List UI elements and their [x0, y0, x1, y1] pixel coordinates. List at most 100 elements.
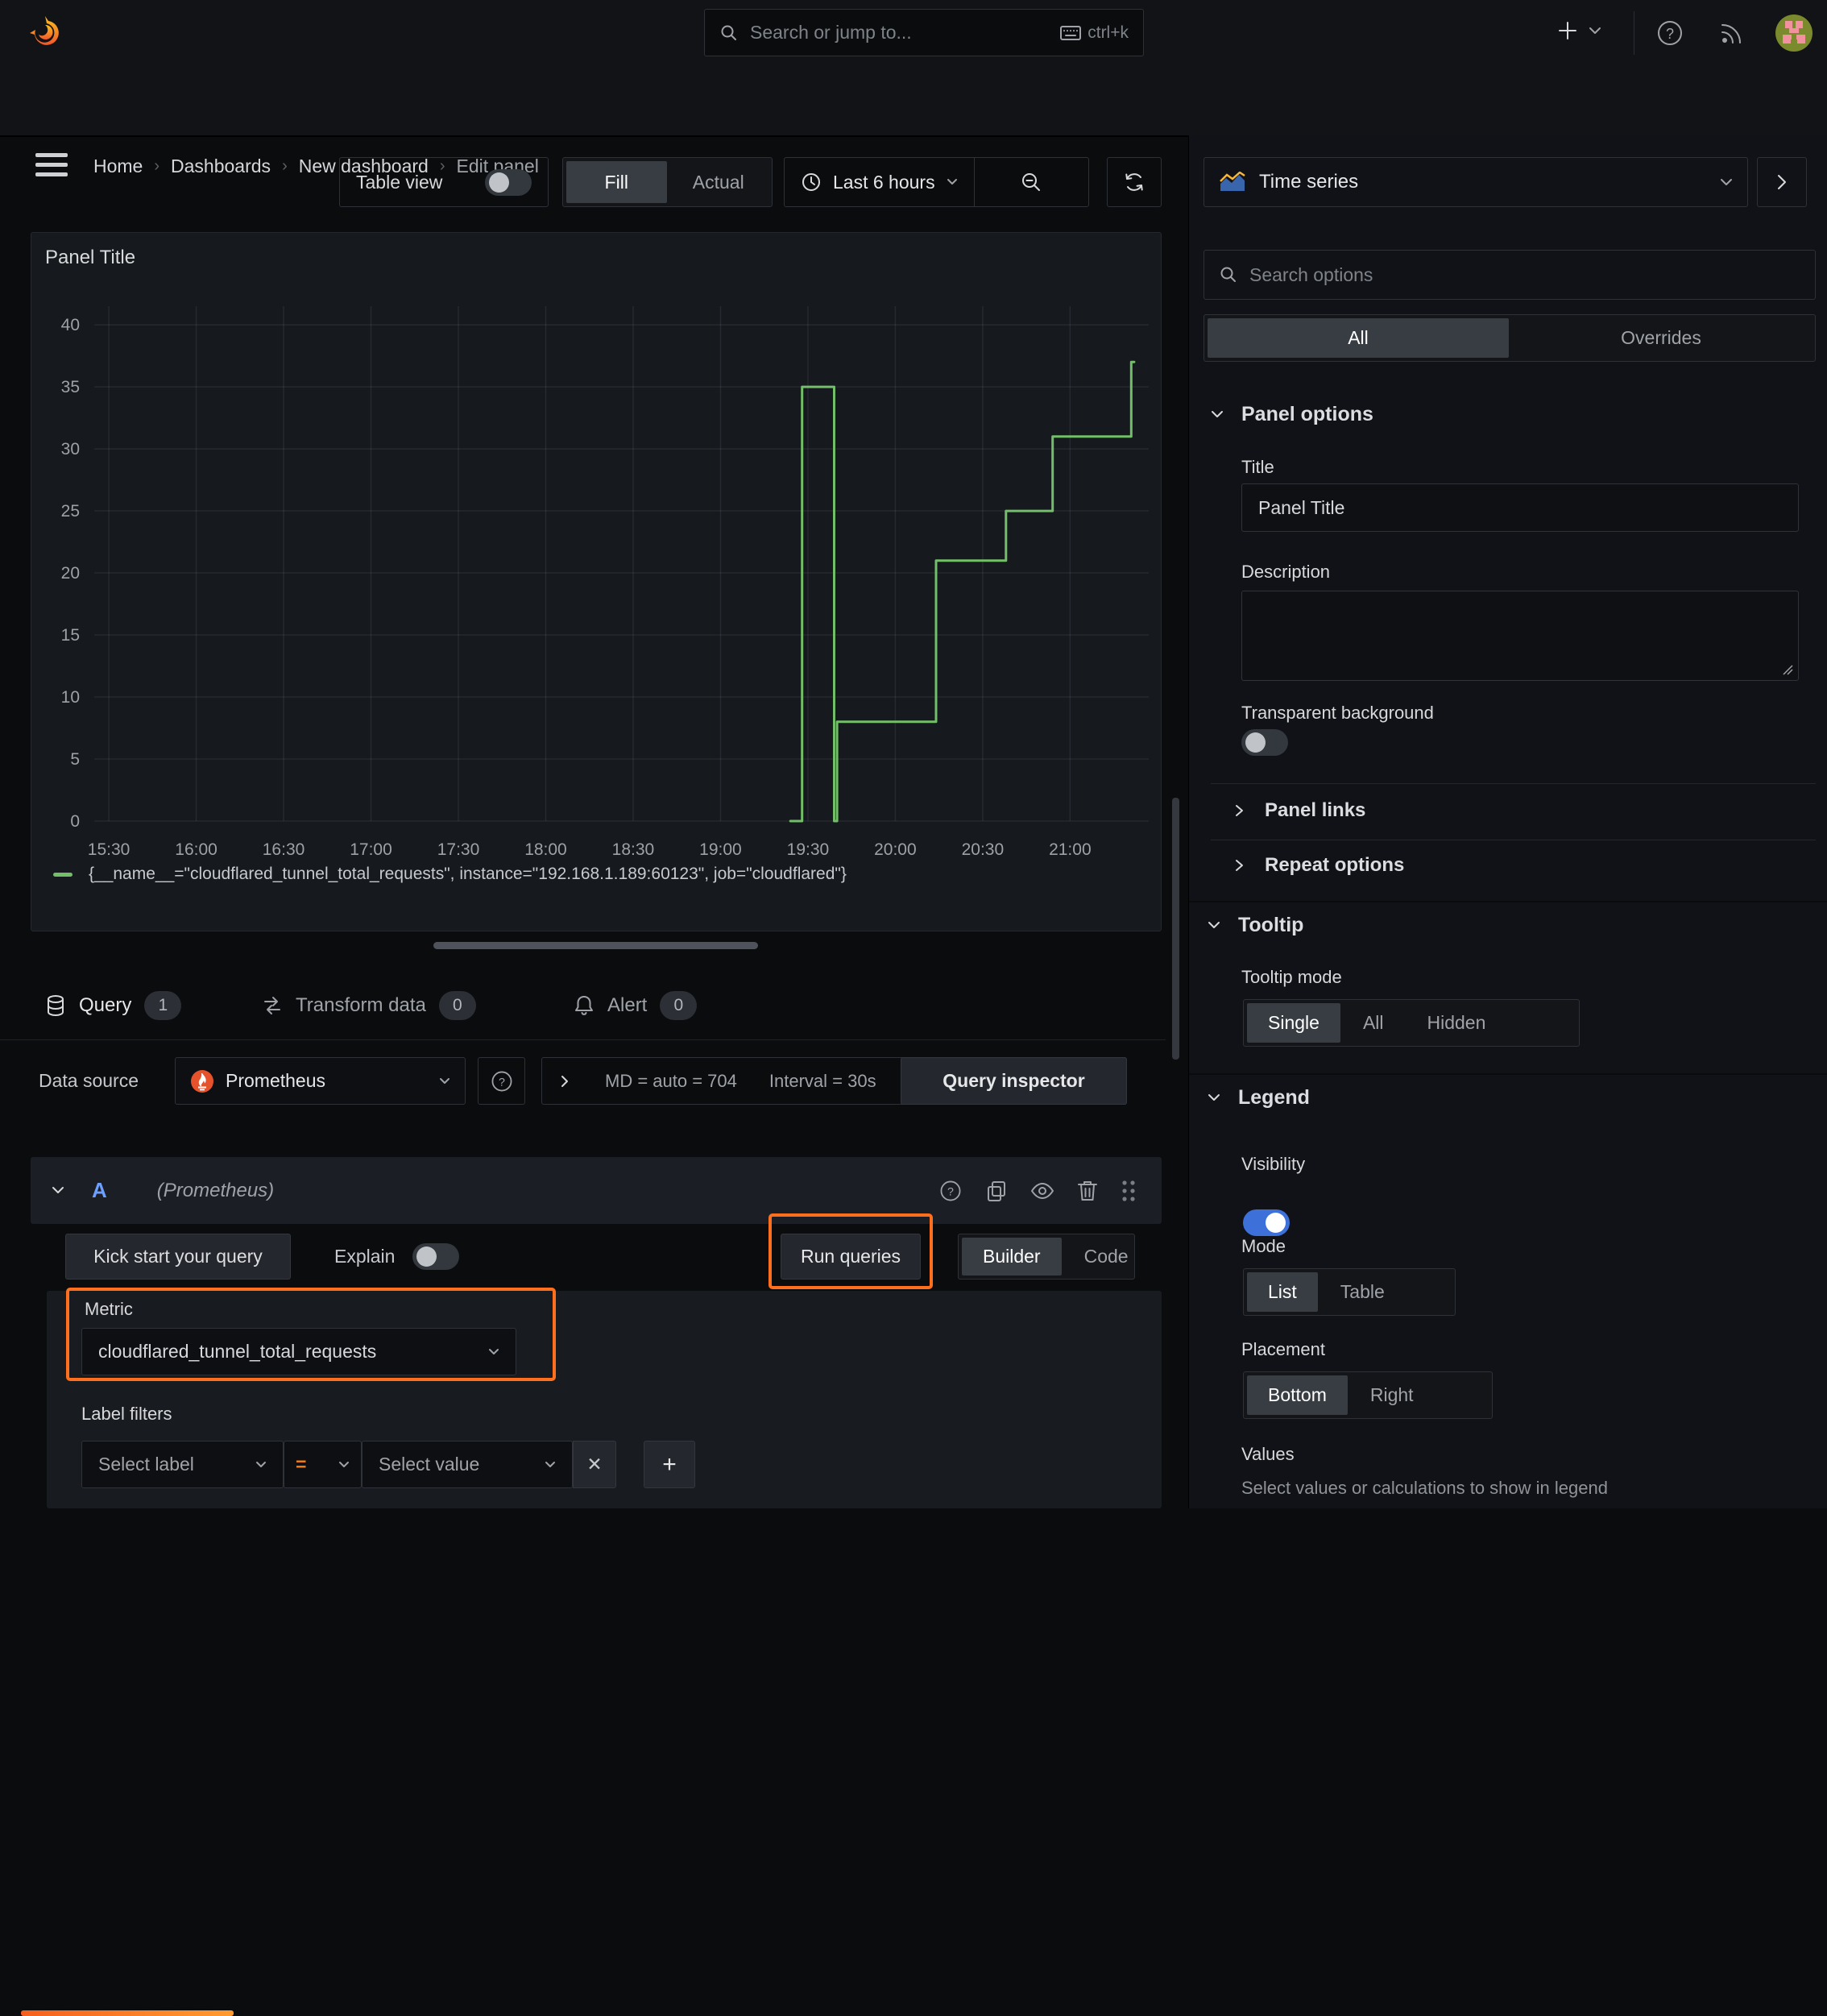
- fill-option[interactable]: Fill: [566, 161, 667, 203]
- legend-visibility-switch[interactable]: [1243, 1209, 1290, 1236]
- query-help-icon[interactable]: ?: [938, 1178, 963, 1204]
- metric-select[interactable]: cloudflared_tunnel_total_requests: [81, 1328, 516, 1375]
- query-row-header[interactable]: A (Prometheus) ?: [31, 1157, 1162, 1224]
- panel-options-header: Panel options: [1241, 403, 1373, 425]
- refresh-button[interactable]: [1107, 157, 1162, 207]
- panel-options-section-header[interactable]: Panel options: [1211, 403, 1373, 426]
- tab-all[interactable]: All: [1208, 318, 1509, 358]
- help-button[interactable]: ?: [1655, 19, 1684, 48]
- duplicate-query-icon[interactable]: [984, 1179, 1009, 1203]
- description-textarea[interactable]: [1241, 591, 1799, 681]
- operator-dropdown[interactable]: =: [284, 1441, 362, 1488]
- new-menu-button[interactable]: [1555, 18, 1601, 44]
- avatar-image: [1775, 15, 1812, 52]
- delete-query-icon[interactable]: [1076, 1179, 1099, 1203]
- database-icon: [48, 995, 64, 1016]
- svg-text:17:30: 17:30: [437, 840, 480, 859]
- title-label: Title: [1241, 457, 1274, 477]
- drag-handle-icon[interactable]: [1120, 1178, 1137, 1204]
- section-divider: [1189, 1073, 1827, 1075]
- zoom-out-button[interactable]: [975, 158, 1088, 206]
- svg-text:18:30: 18:30: [612, 840, 655, 859]
- tab-transform[interactable]: Transform data 0: [262, 983, 476, 1028]
- explain-switch[interactable]: [412, 1243, 459, 1270]
- chevron-down-icon: [947, 179, 957, 185]
- time-range-controls: Last 6 hours: [784, 157, 1089, 207]
- chevron-down-icon: [1208, 1094, 1220, 1101]
- run-queries-button[interactable]: Run queries: [781, 1234, 921, 1280]
- select-label-dropdown[interactable]: Select label: [81, 1441, 284, 1488]
- kickstart-query-button[interactable]: Kick start your query: [65, 1234, 291, 1280]
- breadcrumb-dashboards[interactable]: Dashboards: [171, 156, 271, 177]
- global-search-input[interactable]: Search or jump to... ctrl+k: [704, 9, 1144, 56]
- grafana-logo[interactable]: [27, 14, 64, 52]
- chevron-down-icon[interactable]: [52, 1186, 64, 1195]
- panel-links-section-header[interactable]: Panel links: [1235, 799, 1365, 822]
- legend-placement-bottom-option[interactable]: Bottom: [1247, 1375, 1348, 1415]
- resize-handle-icon[interactable]: [1782, 664, 1793, 675]
- tab-query-label: Query: [79, 994, 132, 1016]
- legend-placement-right-option[interactable]: Right: [1349, 1375, 1435, 1415]
- explain-label: Explain: [334, 1246, 396, 1267]
- svg-text:19:30: 19:30: [787, 840, 830, 859]
- chevron-right-icon[interactable]: [560, 1074, 570, 1089]
- legend-mode-table-option[interactable]: Table: [1320, 1272, 1406, 1312]
- label-filters-label: Label filters: [81, 1404, 172, 1424]
- tab-transform-label: Transform data: [296, 994, 426, 1016]
- panel-title-input[interactable]: Panel Title: [1241, 483, 1799, 532]
- tab-overrides[interactable]: Overrides: [1510, 318, 1812, 358]
- description-label: Description: [1241, 562, 1331, 582]
- tooltip-hidden-option[interactable]: Hidden: [1406, 1003, 1507, 1043]
- builder-option[interactable]: Builder: [962, 1238, 1062, 1276]
- svg-text:40: 40: [61, 316, 80, 334]
- hide-query-icon[interactable]: [1030, 1179, 1055, 1203]
- table-view-toggle[interactable]: Table view: [339, 157, 549, 207]
- chevron-right-icon: ›: [282, 156, 288, 175]
- top-bar: Search or jump to... ctrl+k ?: [0, 0, 1827, 66]
- breadcrumb-bar: Home › Dashboards › New dashboard › Edit…: [0, 65, 1827, 188]
- remove-filter-button[interactable]: ✕: [573, 1441, 616, 1488]
- tooltip-single-option[interactable]: Single: [1247, 1003, 1340, 1043]
- code-option[interactable]: Code: [1063, 1238, 1150, 1276]
- options-search-input[interactable]: Search options: [1204, 250, 1816, 300]
- svg-text:5: 5: [70, 750, 80, 769]
- tooltip-all-option[interactable]: All: [1342, 1003, 1405, 1043]
- toggle-knob: [1245, 732, 1266, 753]
- legend-item[interactable]: {__name__="cloudflared_tunnel_total_requ…: [53, 865, 847, 884]
- breadcrumb-home[interactable]: Home: [93, 156, 143, 177]
- refresh-icon: [1125, 173, 1143, 191]
- time-range-picker[interactable]: Last 6 hours: [785, 158, 974, 206]
- query-inspector-button[interactable]: Query inspector: [901, 1057, 1127, 1105]
- transparent-background-switch[interactable]: [1241, 729, 1288, 756]
- tooltip-mode-radio: Single All Hidden: [1243, 999, 1580, 1047]
- panel-title-value: Panel Title: [1258, 496, 1345, 518]
- repeat-options-section-header[interactable]: Repeat options: [1235, 854, 1404, 877]
- tooltip-section-header[interactable]: Tooltip: [1208, 914, 1303, 937]
- svg-text:17:00: 17:00: [350, 840, 392, 859]
- svg-text:10: 10: [61, 688, 80, 707]
- table-view-switch[interactable]: [485, 168, 532, 196]
- legend-mode-list-option[interactable]: List: [1247, 1272, 1318, 1312]
- tab-query-count: 1: [144, 991, 182, 1020]
- tab-alert[interactable]: Alert 0: [574, 983, 698, 1028]
- rss-icon: [1721, 24, 1741, 44]
- visualization-picker[interactable]: Time series: [1204, 157, 1748, 207]
- chevron-down-icon: [440, 1077, 450, 1084]
- vertical-scrollbar[interactable]: [1172, 798, 1179, 1060]
- chevron-down-icon: [489, 1348, 499, 1354]
- news-button[interactable]: [1717, 19, 1746, 48]
- legend-header: Legend: [1238, 1086, 1310, 1109]
- legend-values-help: Select values or calculations to show in…: [1241, 1478, 1608, 1498]
- tab-query[interactable]: Query 1: [45, 983, 182, 1028]
- horizontal-scrollbar[interactable]: [433, 942, 758, 949]
- add-filter-button[interactable]: +: [644, 1441, 695, 1488]
- chevron-down-icon: [1721, 178, 1732, 185]
- datasource-picker[interactable]: Prometheus: [175, 1057, 466, 1105]
- avatar[interactable]: [1775, 15, 1812, 52]
- datasource-help-button[interactable]: ?: [478, 1057, 525, 1105]
- select-value-dropdown[interactable]: Select value: [362, 1441, 573, 1488]
- legend-section-header[interactable]: Legend: [1208, 1086, 1310, 1110]
- actual-option[interactable]: Actual: [669, 161, 769, 203]
- mega-menu-button[interactable]: [35, 147, 68, 182]
- toggle-viz-picker-button[interactable]: [1757, 157, 1807, 207]
